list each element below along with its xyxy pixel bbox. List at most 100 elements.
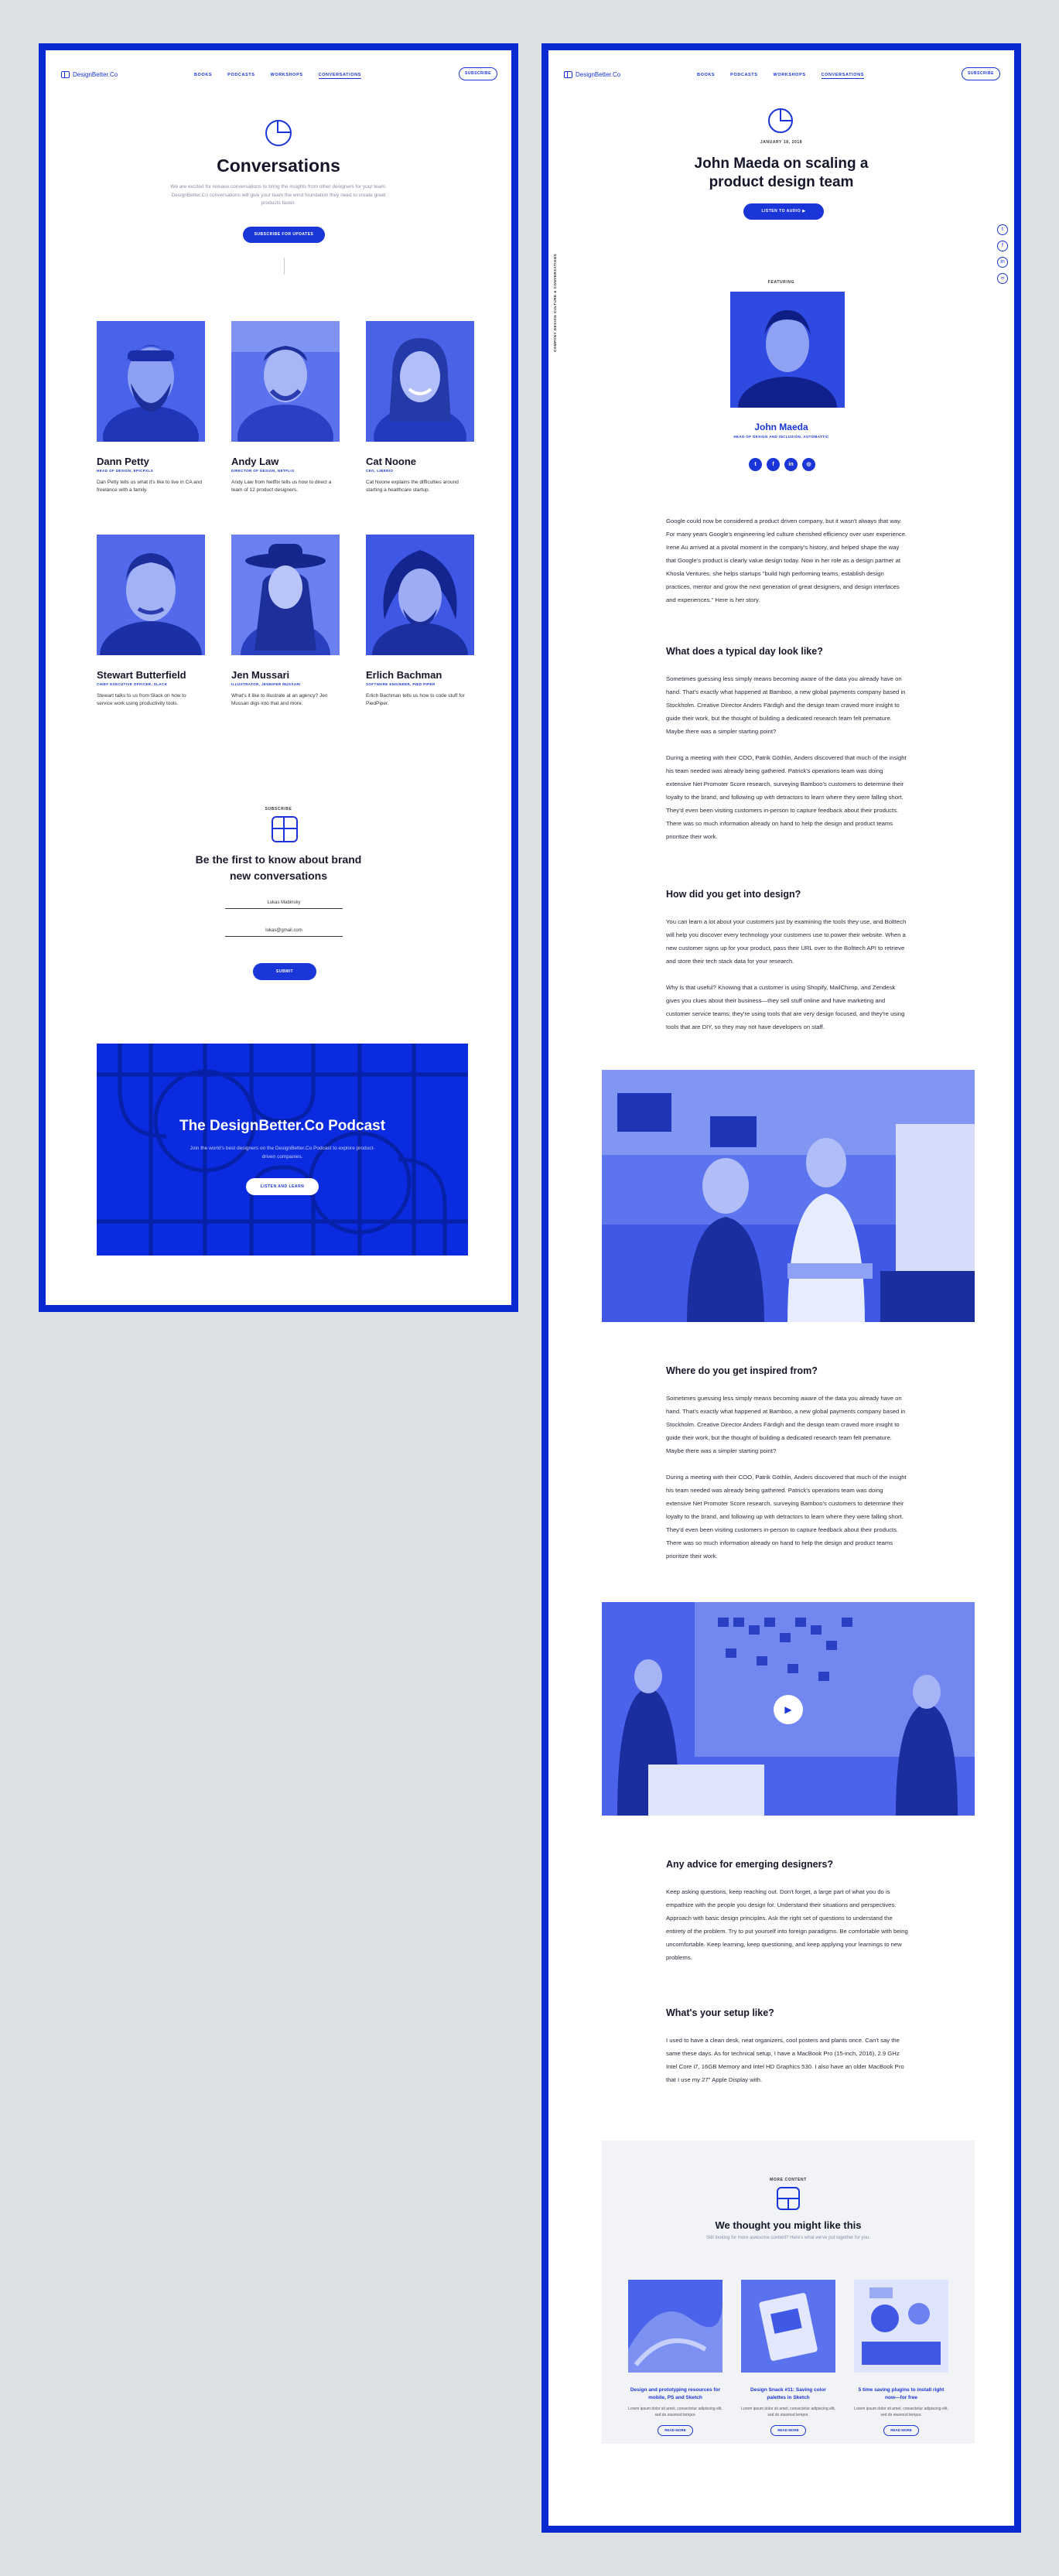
person-photo [231, 321, 340, 442]
person-role: CEO, LIBERIO [366, 469, 394, 473]
newsletter-icon [272, 816, 298, 842]
person-card[interactable]: Cat Noone CEO, LIBERIO Cat Noone explain… [366, 321, 474, 494]
related-card[interactable]: 5 time saving plugins to install right n… [854, 2280, 948, 2436]
person-description: Dan Petty tells us what it's like to liv… [97, 480, 202, 493]
related-card[interactable]: Design and prototyping resources for mob… [628, 2280, 723, 2436]
article-paragraph: I used to have a clean desk, neat organi… [666, 2037, 904, 2083]
nav-link-workshops[interactable]: WORKSHOPS [774, 73, 806, 79]
nav-link-podcasts[interactable]: PODCASTS [227, 73, 255, 79]
article-paragraph: Google could now be considered a product… [666, 518, 907, 603]
conversations-page-frame: DesignBetter.Co BOOKS PODCASTS WORKSHOPS… [39, 43, 518, 1312]
person-card[interactable]: Stewart Butterfield CHIEF EXECUTIVE OFFI… [97, 535, 205, 708]
nav-link-workshops[interactable]: WORKSHOPS [271, 73, 303, 79]
related-card[interactable]: Design Snack #11: Saving color palettes … [741, 2280, 835, 2436]
person-name: Stewart Butterfield [97, 669, 186, 681]
person-description: Stewart talks to us from Slack on how to… [97, 693, 186, 706]
listen-and-learn-button[interactable]: LISTEN AND LEARN [246, 1178, 319, 1195]
nav-link-conversations[interactable]: CONVERSATIONS [318, 73, 361, 79]
facebook-icon[interactable]: f [767, 458, 780, 471]
person-card[interactable]: Dann Petty HEAD OF DESIGN, EPICPXLS Dan … [97, 321, 205, 494]
article-section: How did you get into design? You can lea… [666, 889, 910, 1047]
linkedin-share-icon[interactable]: in [997, 257, 1008, 268]
section-heading: What does a typical day look like? [666, 646, 823, 657]
article-paragraph: Sometimes guessing less simply means bec… [666, 675, 906, 735]
dribbble-icon[interactable]: ◎ [802, 458, 815, 471]
article-section: What's your setup like? I used to have a… [666, 2007, 910, 2099]
person-photo [97, 321, 205, 442]
nav-links: BOOKS PODCASTS WORKSHOPS CONVERSATIONS [697, 73, 864, 79]
related-card-title: 5 time saving plugins to install right n… [858, 2387, 945, 2400]
related-card-title: Design and prototyping resources for mob… [630, 2387, 721, 2400]
submit-button[interactable]: SUBMIT [253, 963, 316, 980]
linkedin-icon[interactable]: in [784, 458, 798, 471]
person-description: Andy Law from Netflix tells us how to di… [231, 480, 332, 493]
nav-link-conversations[interactable]: CONVERSATIONS [821, 73, 864, 79]
podcast-description: Join the world's best designers on the D… [190, 1146, 375, 1160]
subscribe-button[interactable]: SUBSCRIBE [962, 67, 1000, 80]
person-role: ILLUSTRATOR, JENNIFER MUSSARI [231, 682, 301, 686]
video-play-icon[interactable]: ▶ [774, 1695, 803, 1724]
twitter-share-icon[interactable]: t [997, 224, 1008, 235]
person-description: What's it like to illustrate at an agenc… [231, 693, 328, 706]
twitter-icon[interactable]: t [749, 458, 762, 471]
person-card[interactable]: Jen Mussari ILLUSTRATOR, JENNIFER MUSSAR… [231, 535, 340, 708]
subscribe-button[interactable]: SUBSCRIBE [459, 67, 497, 80]
article-paragraph: During a meeting with their COO, Patrik … [666, 754, 907, 840]
person-card[interactable]: Andy Law DIRECTOR OF DESIGN, NETFLIX And… [231, 321, 340, 494]
subscribe-updates-button[interactable]: SUBSCRIBE FOR UPDATES [243, 227, 325, 243]
nav-link-books[interactable]: BOOKS [194, 73, 212, 79]
featuring-label: FEATURING [767, 280, 795, 285]
article-paragraph: During a meeting with their COO, Patrik … [666, 1474, 907, 1560]
article-date: JANUARY 18, 2018 [760, 140, 803, 145]
site-logo[interactable]: DesignBetter.Co [564, 71, 620, 78]
article-section: Where do you get inspired from? Sometime… [666, 1365, 910, 1576]
guest-role: HEAD OF DESIGN AND INCLUSION, AUTOMATTIC [733, 435, 829, 439]
team-meeting-photo [602, 1070, 975, 1322]
side-category-label: COMPANY DESIGN CULTURE & CONVERSATIONS [553, 253, 557, 352]
person-role: SOFTWARE ENGINEER, PIED PIPER [366, 682, 436, 686]
video-thumbnail[interactable]: ▶ [602, 1602, 975, 1816]
page-title: Conversations [217, 155, 340, 176]
listen-audio-button[interactable]: LISTEN TO AUDIO ▶ [743, 203, 824, 220]
podcast-title: The DesignBetter.Co Podcast [179, 1118, 386, 1134]
guest-photo [730, 292, 845, 408]
guest-name: John Maeda [754, 422, 808, 432]
newsletter-title: Be the first to know about brand new con… [195, 853, 362, 882]
person-name: Cat Noone [366, 456, 416, 467]
related-card-image [628, 2280, 723, 2373]
logo-text: DesignBetter.Co [576, 71, 621, 78]
related-card-description: Lorem ipsum dolor sit amet, consectetur … [854, 2407, 948, 2417]
conversations-page: DesignBetter.Co BOOKS PODCASTS WORKSHOPS… [46, 50, 511, 1305]
guest-socials: t f in ◎ [749, 458, 815, 471]
related-title: We thought you might like this [715, 2219, 862, 2231]
email-input[interactable]: lukas@gmail.com [225, 926, 343, 937]
person-name: Erlich Bachman [366, 669, 442, 681]
nav-link-podcasts[interactable]: PODCASTS [730, 73, 757, 79]
facebook-share-icon[interactable]: f [997, 241, 1008, 251]
read-more-button[interactable]: READ MORE [770, 2425, 806, 2436]
article-paragraph: Sometimes guessing less simply means bec… [666, 1395, 906, 1454]
article-intro: Google could now be considered a product… [666, 514, 910, 620]
section-heading: Where do you get inspired from? [666, 1365, 818, 1376]
nav-links: BOOKS PODCASTS WORKSHOPS CONVERSATIONS [194, 73, 361, 79]
article-section: Any advice for emerging designers? Keep … [666, 1859, 910, 1977]
site-logo[interactable]: DesignBetter.Co [61, 71, 118, 78]
read-more-button[interactable]: READ MORE [658, 2425, 693, 2436]
person-role: CHIEF EXECUTIVE OFFICER, SLACK [97, 682, 168, 686]
brand-mark-icon [265, 120, 292, 146]
related-card-image [854, 2280, 948, 2373]
read-more-button[interactable]: READ MORE [883, 2425, 919, 2436]
person-photo [97, 535, 205, 655]
logo-icon [61, 71, 70, 78]
article-paragraph: Why is that useful? Knowing that a custo… [666, 984, 905, 1030]
brand-mark-icon [768, 108, 793, 133]
person-photo [366, 535, 474, 655]
name-input[interactable]: Lukas Mabinsky [225, 898, 343, 909]
article-title: John Maeda on scaling a product design t… [694, 155, 869, 190]
person-role: HEAD OF DESIGN, EPICPXLS [97, 469, 154, 473]
person-card[interactable]: Erlich Bachman SOFTWARE ENGINEER, PIED P… [366, 535, 474, 708]
top-nav: DesignBetter.Co BOOKS PODCASTS WORKSHOPS… [46, 67, 511, 86]
person-description: Erlich Bachman tells us how to code stuf… [366, 693, 465, 706]
nav-link-books[interactable]: BOOKS [697, 73, 715, 79]
person-name: Jen Mussari [231, 669, 290, 681]
